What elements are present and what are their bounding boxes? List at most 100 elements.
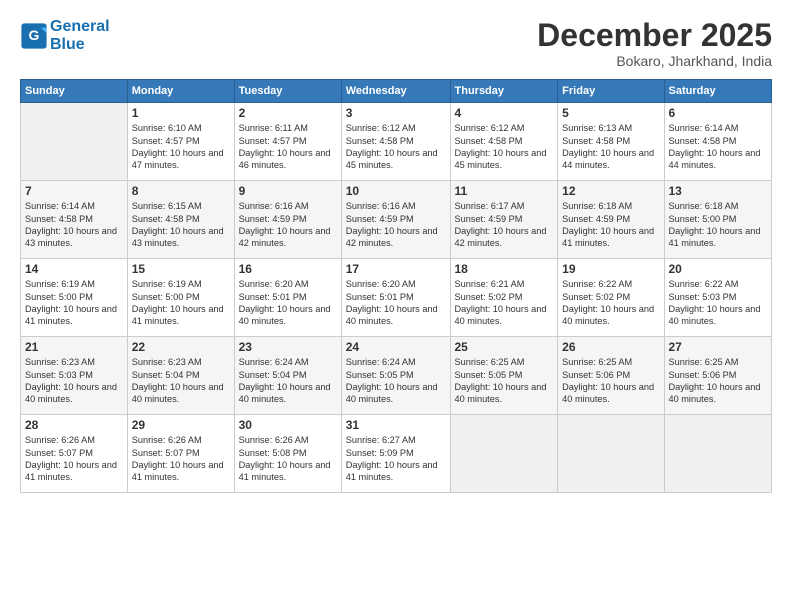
day-info: Sunrise: 6:14 AM Sunset: 4:58 PM Dayligh… [25, 200, 123, 250]
day-number: 26 [562, 340, 659, 354]
calendar-cell: 15 Sunrise: 6:19 AM Sunset: 5:00 PM Dayli… [127, 259, 234, 337]
day-info: Sunrise: 6:10 AM Sunset: 4:57 PM Dayligh… [132, 122, 230, 172]
calendar-cell: 31 Sunrise: 6:27 AM Sunset: 5:09 PM Dayli… [341, 415, 450, 493]
day-info: Sunrise: 6:24 AM Sunset: 5:05 PM Dayligh… [346, 356, 446, 406]
day-number: 18 [455, 262, 554, 276]
day-number: 3 [346, 106, 446, 120]
calendar-cell: 29Sunrise: 6:26 AM Sunset: 5:07 PM Dayli… [127, 415, 234, 493]
day-number: 13 [669, 184, 768, 198]
calendar-cell: 19 Sunrise: 6:22 AM Sunset: 5:02 PM Dayli… [558, 259, 664, 337]
title-block: December 2025 Bokaro, Jharkhand, India [537, 18, 772, 69]
day-info: Sunrise: 6:14 AM Sunset: 4:58 PM Dayligh… [669, 122, 768, 172]
day-info: Sunrise: 6:11 AM Sunset: 4:57 PM Dayligh… [239, 122, 337, 172]
logo: G General Blue [20, 18, 110, 53]
col-header-sunday: Sunday [21, 80, 128, 103]
day-number: 21 [25, 340, 123, 354]
day-number: 29 [132, 418, 230, 432]
day-number: 31 [346, 418, 446, 432]
day-number: 7 [25, 184, 123, 198]
day-info: Sunrise: 6:18 AM Sunset: 5:00 PM Dayligh… [669, 200, 768, 250]
month-title: December 2025 [537, 18, 772, 53]
day-number: 10 [346, 184, 446, 198]
day-number: 11 [455, 184, 554, 198]
day-info: Sunrise: 6:24 AM Sunset: 5:04 PM Dayligh… [239, 356, 337, 406]
day-number: 1 [132, 106, 230, 120]
calendar-cell: 1 Sunrise: 6:10 AM Sunset: 4:57 PM Daylig… [127, 103, 234, 181]
calendar-cell: 10 Sunrise: 6:16 AM Sunset: 4:59 PM Dayli… [341, 181, 450, 259]
calendar-cell: 14 Sunrise: 6:19 AM Sunset: 5:00 PM Dayli… [21, 259, 128, 337]
day-number: 4 [455, 106, 554, 120]
day-info: Sunrise: 6:16 AM Sunset: 4:59 PM Dayligh… [346, 200, 446, 250]
day-info: Sunrise: 6:13 AM Sunset: 4:58 PM Dayligh… [562, 122, 659, 172]
week-row-3: 14 Sunrise: 6:19 AM Sunset: 5:00 PM Dayli… [21, 259, 772, 337]
day-number: 12 [562, 184, 659, 198]
day-number: 17 [346, 262, 446, 276]
calendar-cell: 3 Sunrise: 6:12 AM Sunset: 4:58 PM Daylig… [341, 103, 450, 181]
calendar-cell [21, 103, 128, 181]
calendar-cell: 27Sunrise: 6:25 AM Sunset: 5:06 PM Dayli… [664, 337, 772, 415]
day-info: Sunrise: 6:19 AM Sunset: 5:00 PM Dayligh… [132, 278, 230, 328]
col-header-saturday: Saturday [664, 80, 772, 103]
week-row-2: 7 Sunrise: 6:14 AM Sunset: 4:58 PM Daylig… [21, 181, 772, 259]
day-info: Sunrise: 6:20 AM Sunset: 5:01 PM Dayligh… [346, 278, 446, 328]
calendar-table: SundayMondayTuesdayWednesdayThursdayFrid… [20, 79, 772, 493]
day-number: 19 [562, 262, 659, 276]
day-number: 20 [669, 262, 768, 276]
day-info: Sunrise: 6:19 AM Sunset: 5:00 PM Dayligh… [25, 278, 123, 328]
day-number: 16 [239, 262, 337, 276]
day-number: 14 [25, 262, 123, 276]
day-info: Sunrise: 6:25 AM Sunset: 5:05 PM Dayligh… [455, 356, 554, 406]
day-number: 8 [132, 184, 230, 198]
day-info: Sunrise: 6:26 AM Sunset: 5:07 PM Dayligh… [25, 434, 123, 484]
week-row-5: 28Sunrise: 6:26 AM Sunset: 5:07 PM Dayli… [21, 415, 772, 493]
day-number: 30 [239, 418, 337, 432]
day-info: Sunrise: 6:23 AM Sunset: 5:03 PM Dayligh… [25, 356, 123, 406]
calendar-cell: 21 Sunrise: 6:23 AM Sunset: 5:03 PM Dayli… [21, 337, 128, 415]
day-info: Sunrise: 6:21 AM Sunset: 5:02 PM Dayligh… [455, 278, 554, 328]
day-number: 15 [132, 262, 230, 276]
day-number: 25 [455, 340, 554, 354]
day-number: 2 [239, 106, 337, 120]
calendar-page: G General Blue December 2025 Bokaro, Jha… [0, 0, 792, 612]
day-info: Sunrise: 6:22 AM Sunset: 5:02 PM Dayligh… [562, 278, 659, 328]
calendar-cell: 13 Sunrise: 6:18 AM Sunset: 5:00 PM Dayli… [664, 181, 772, 259]
col-header-tuesday: Tuesday [234, 80, 341, 103]
calendar-cell: 5 Sunrise: 6:13 AM Sunset: 4:58 PM Daylig… [558, 103, 664, 181]
calendar-cell [558, 415, 664, 493]
calendar-cell: 6Sunrise: 6:14 AM Sunset: 4:58 PM Daylig… [664, 103, 772, 181]
svg-text:G: G [29, 27, 40, 43]
calendar-cell: 16 Sunrise: 6:20 AM Sunset: 5:01 PM Dayli… [234, 259, 341, 337]
day-number: 9 [239, 184, 337, 198]
day-info: Sunrise: 6:27 AM Sunset: 5:09 PM Dayligh… [346, 434, 446, 484]
logo-text: General Blue [50, 18, 110, 53]
col-header-monday: Monday [127, 80, 234, 103]
calendar-cell: 17 Sunrise: 6:20 AM Sunset: 5:01 PM Dayli… [341, 259, 450, 337]
day-number: 24 [346, 340, 446, 354]
calendar-cell: 25 Sunrise: 6:25 AM Sunset: 5:05 PM Dayli… [450, 337, 558, 415]
day-info: Sunrise: 6:18 AM Sunset: 4:59 PM Dayligh… [562, 200, 659, 250]
day-info: Sunrise: 6:12 AM Sunset: 4:58 PM Dayligh… [346, 122, 446, 172]
header: G General Blue December 2025 Bokaro, Jha… [20, 18, 772, 69]
calendar-cell: 22Sunrise: 6:23 AM Sunset: 5:04 PM Dayli… [127, 337, 234, 415]
calendar-cell: 30Sunrise: 6:26 AM Sunset: 5:08 PM Dayli… [234, 415, 341, 493]
calendar-cell: 4 Sunrise: 6:12 AM Sunset: 4:58 PM Daylig… [450, 103, 558, 181]
day-info: Sunrise: 6:25 AM Sunset: 5:06 PM Dayligh… [669, 356, 768, 406]
day-info: Sunrise: 6:20 AM Sunset: 5:01 PM Dayligh… [239, 278, 337, 328]
calendar-cell [664, 415, 772, 493]
calendar-cell: 20 Sunrise: 6:22 AM Sunset: 5:03 PM Dayli… [664, 259, 772, 337]
calendar-cell: 18 Sunrise: 6:21 AM Sunset: 5:02 PM Dayli… [450, 259, 558, 337]
logo-icon: G [20, 22, 48, 50]
calendar-cell: 8 Sunrise: 6:15 AM Sunset: 4:58 PM Daylig… [127, 181, 234, 259]
week-row-1: 1 Sunrise: 6:10 AM Sunset: 4:57 PM Daylig… [21, 103, 772, 181]
header-row: SundayMondayTuesdayWednesdayThursdayFrid… [21, 80, 772, 103]
calendar-cell [450, 415, 558, 493]
calendar-cell: 7 Sunrise: 6:14 AM Sunset: 4:58 PM Daylig… [21, 181, 128, 259]
day-info: Sunrise: 6:12 AM Sunset: 4:58 PM Dayligh… [455, 122, 554, 172]
col-header-friday: Friday [558, 80, 664, 103]
calendar-cell: 23Sunrise: 6:24 AM Sunset: 5:04 PM Dayli… [234, 337, 341, 415]
day-info: Sunrise: 6:15 AM Sunset: 4:58 PM Dayligh… [132, 200, 230, 250]
day-info: Sunrise: 6:22 AM Sunset: 5:03 PM Dayligh… [669, 278, 768, 328]
day-info: Sunrise: 6:23 AM Sunset: 5:04 PM Dayligh… [132, 356, 230, 406]
calendar-cell: 2 Sunrise: 6:11 AM Sunset: 4:57 PM Daylig… [234, 103, 341, 181]
day-number: 5 [562, 106, 659, 120]
